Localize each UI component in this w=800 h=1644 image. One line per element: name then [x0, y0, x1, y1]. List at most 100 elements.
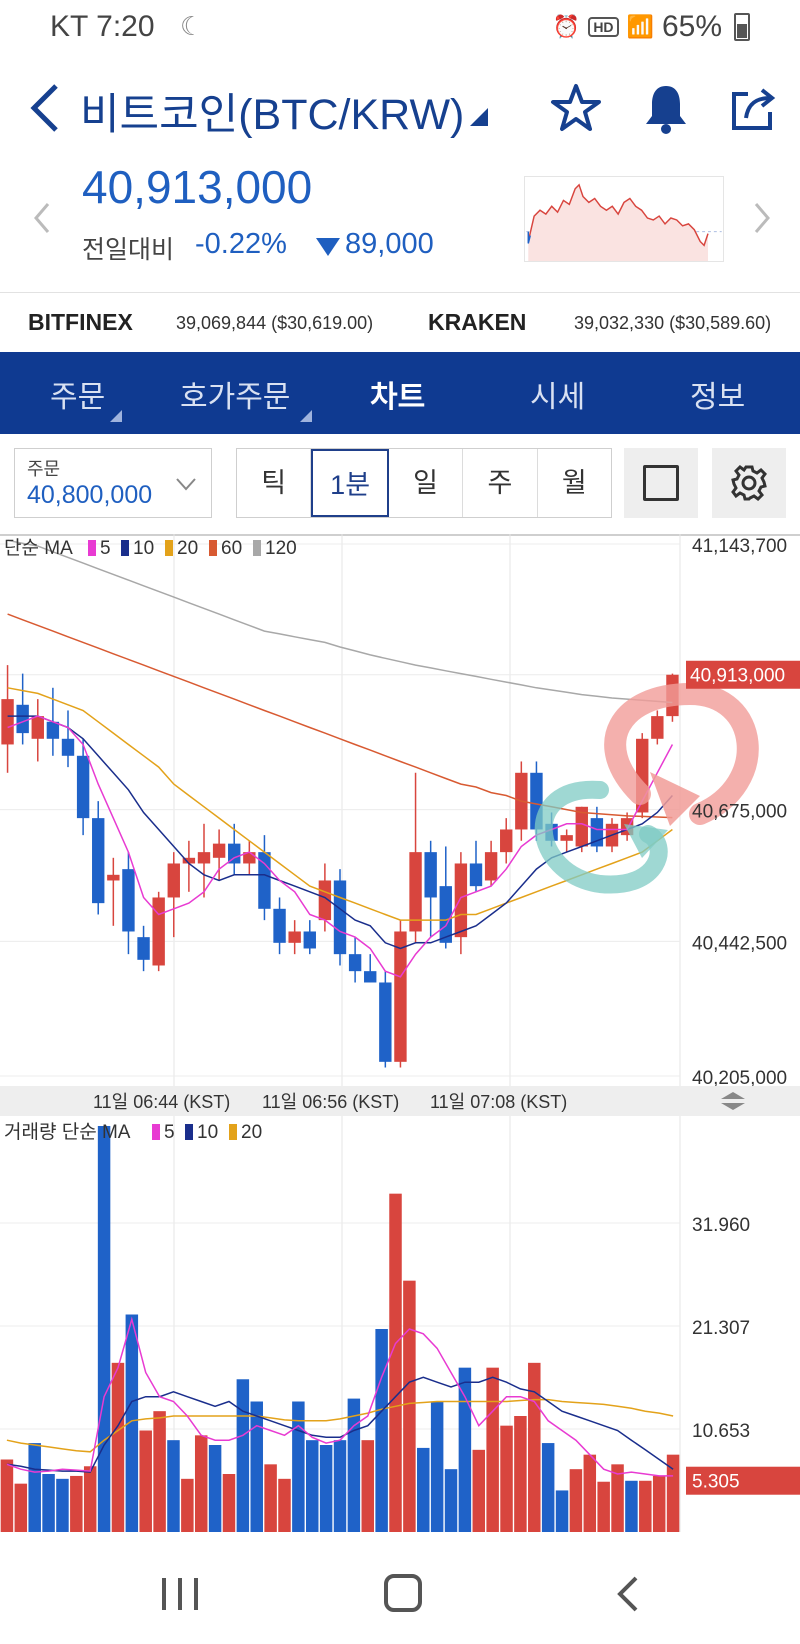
volume-bar: [389, 1193, 402, 1532]
gear-icon: [731, 465, 767, 501]
back-arrow-icon[interactable]: [26, 78, 66, 138]
volume-bar: [333, 1440, 347, 1532]
volume-bar: [181, 1478, 194, 1532]
coin-title[interactable]: 비트코인(BTC/KRW): [80, 80, 464, 142]
volume-bar: [361, 1440, 374, 1532]
order-price-dropdown[interactable]: 주문 40,800,000: [14, 448, 212, 518]
volume-bar: [472, 1449, 486, 1532]
alarm-icon: ⏰: [552, 14, 581, 39]
volume-legend-title: 거래량 단순 MA: [4, 1121, 131, 1143]
volume-legend: 거래량 단순 MA 5 10 20: [4, 1121, 262, 1143]
volume-bar: [597, 1481, 610, 1532]
interval-selector: 틱 1분 일 주 월: [236, 448, 612, 518]
volume-bar: [375, 1329, 388, 1532]
coin-selector-caret-icon[interactable]: [470, 108, 488, 126]
candle-body: [303, 931, 316, 949]
volume-bar: [403, 1280, 416, 1532]
volume-legend-period: 20: [241, 1122, 262, 1143]
interval-week[interactable]: 주: [463, 449, 538, 517]
hd-icon: HD: [588, 17, 619, 37]
volume-bar: [83, 1466, 97, 1532]
volume-bar: [541, 1443, 555, 1532]
current-price: 40,913,000: [82, 161, 313, 213]
volume-bar: [278, 1478, 291, 1532]
next-coin-arrow-icon[interactable]: [750, 200, 774, 236]
current-volume-label: 5.305: [692, 1472, 740, 1493]
candle-body: [288, 931, 301, 943]
candle-body: [61, 738, 75, 756]
price-axis-tick: 41,143,700: [692, 536, 787, 557]
carrier-time: KT 7:20: [50, 10, 155, 43]
interval-tick[interactable]: 틱: [237, 449, 312, 517]
price-axis-tick: 40,675,000: [692, 802, 787, 823]
exchange-prices: BITFINEX 39,069,844 ($30,619.00) KRAKEN …: [0, 292, 800, 352]
candle-body: [107, 874, 120, 881]
volume-bar: [500, 1425, 513, 1532]
share-icon[interactable]: [726, 80, 782, 136]
do-not-disturb-icon: ☾: [180, 12, 204, 42]
volume-bar: [528, 1362, 541, 1532]
title-bar: 비트코인(BTC/KRW): [0, 70, 800, 150]
volume-bar: [0, 1459, 14, 1532]
volume-bar: [458, 1367, 472, 1532]
tab-limit-order[interactable]: 호가주문: [180, 372, 290, 416]
previous-coin-arrow-icon[interactable]: [30, 200, 54, 236]
ma120-line: [7, 539, 673, 704]
volume-bar: [250, 1401, 263, 1532]
candle-body: [167, 863, 180, 898]
volume-bar: [111, 1362, 125, 1532]
volume-bar: [28, 1443, 41, 1532]
volume-bar: [208, 1445, 222, 1532]
price-summary: 40,913,000 전일대비 -0.22% 89,000: [0, 150, 800, 280]
change-label: 전일대비: [82, 236, 175, 264]
candle-body: [500, 829, 513, 853]
settings-button[interactable]: [712, 448, 786, 518]
time-axis-label: 11일 06:44 (KST): [93, 1092, 230, 1112]
volume-bar: [319, 1445, 333, 1532]
price-axis-tick: 40,442,500: [692, 933, 787, 954]
bell-icon[interactable]: [638, 80, 694, 136]
tab-order[interactable]: 주문: [50, 372, 105, 416]
tab-market-price[interactable]: 시세: [530, 372, 585, 416]
interval-day[interactable]: 일: [389, 449, 464, 517]
volume-bar: [569, 1469, 583, 1532]
volume-bar: [486, 1367, 499, 1532]
recent-apps-icon[interactable]: [160, 1576, 200, 1612]
order-price-label: 주문: [27, 459, 61, 479]
tab-info[interactable]: 정보: [690, 372, 745, 416]
candle-body: [46, 721, 60, 739]
star-icon[interactable]: [548, 80, 604, 136]
candle-body: [76, 755, 90, 819]
volume-legend-swatch: [229, 1124, 237, 1140]
legend-swatch: [121, 540, 129, 556]
candle-body: [424, 852, 437, 898]
interval-month[interactable]: 월: [538, 449, 611, 517]
time-axis-label: 11일 06:56 (KST): [262, 1092, 399, 1112]
candle-body: [651, 716, 664, 739]
price-axis-tick: 40,205,000: [692, 1068, 787, 1089]
volume-bar: [56, 1478, 69, 1532]
volume-bar: [417, 1447, 430, 1532]
chart-area[interactable]: 단순 MA 5 10 20 60 120 41,143,700 40,675,000 40,44…: [0, 534, 800, 1540]
back-icon[interactable]: [614, 1574, 640, 1614]
volume-bar: [97, 1126, 111, 1532]
tab-chart[interactable]: 차트: [370, 372, 425, 416]
candle-body: [1, 699, 14, 745]
exchange-value-bitfinex: 39,069,844 ($30,619.00): [176, 313, 374, 333]
status-icons: ⏰ HD 📶 65%: [553, 10, 750, 44]
fullscreen-button[interactable]: [624, 448, 698, 518]
candle-body: [364, 971, 377, 983]
time-axis-label: 11일 07:08 (KST): [430, 1092, 567, 1112]
candle-body: [484, 852, 498, 881]
price-chart[interactable]: 단순 MA 5 10 20 60 120 41,143,700 40,675,000 40,44…: [0, 534, 800, 1540]
volume-bar: [583, 1454, 597, 1532]
home-icon[interactable]: [384, 1574, 422, 1612]
legend-swatch: [253, 540, 261, 556]
volume-bar: [444, 1469, 458, 1532]
legend-period: 10: [133, 538, 154, 559]
legend-period: 120: [265, 538, 297, 559]
candle-body: [333, 880, 347, 955]
volume-bar: [625, 1480, 638, 1532]
volume-legend-period: 10: [197, 1122, 218, 1143]
interval-1min[interactable]: 1분: [311, 449, 389, 517]
